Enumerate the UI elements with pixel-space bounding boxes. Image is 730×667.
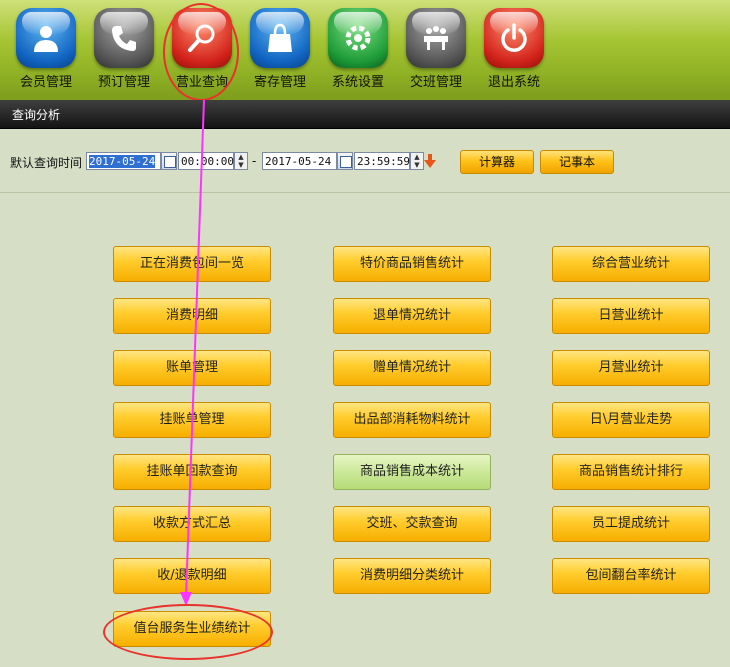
nav-booking-label: 预订管理 (97, 75, 150, 90)
nav-shift-label: 交班管理 (409, 75, 462, 90)
power-icon (484, 8, 544, 68)
notepad-button[interactable]: 记事本 (540, 150, 614, 174)
report-button[interactable]: 商品销售统计排行 (552, 454, 710, 490)
report-button[interactable]: 赠单情况统计 (333, 350, 491, 386)
start-time-field[interactable]: 00:00:00 (178, 152, 234, 170)
end-date-field[interactable]: 2017-05-24 (262, 152, 337, 170)
report-button[interactable]: 挂账单回款查询 (113, 454, 271, 490)
down-arrow-icon[interactable] (424, 154, 436, 168)
report-button[interactable]: 日营业统计 (552, 298, 710, 334)
report-button[interactable]: 综合营业统计 (552, 246, 710, 282)
section-header: 查询分析 (0, 100, 730, 129)
section-title: 查询分析 (12, 108, 61, 122)
report-button[interactable]: 退单情况统计 (333, 298, 491, 334)
end-time-field[interactable]: 23:59:59 (354, 152, 410, 170)
report-button[interactable]: 消费明细 (113, 298, 271, 334)
report-button[interactable]: 收款方式汇总 (113, 506, 271, 542)
report-button[interactable]: 账单管理 (113, 350, 271, 386)
nav-exit[interactable]: 退出系统 (476, 8, 552, 96)
nav-member[interactable]: 会员管理 (8, 8, 84, 96)
nav-settings[interactable]: 系统设置 (320, 8, 396, 96)
end-time-spinner[interactable]: ▲ ▼ (410, 152, 424, 170)
report-button-active[interactable]: 商品销售成本统计 (333, 454, 491, 490)
user-icon (16, 8, 76, 68)
nav-booking[interactable]: 预订管理 (86, 8, 162, 96)
report-button[interactable]: 挂账单管理 (113, 402, 271, 438)
report-button[interactable]: 正在消费包间一览 (113, 246, 271, 282)
calculator-button[interactable]: 计算器 (460, 150, 534, 174)
query-time-row: 默认查询时间 2017-05-24 00:00:00 ▲ ▼ - 2017-05-… (0, 150, 730, 174)
start-time-spinner[interactable]: ▲ ▼ (234, 152, 248, 170)
report-button[interactable]: 员工提成统计 (552, 506, 710, 542)
top-nav-bar: 会员管理 预订管理 营业查询 寄存管理 系统设置 交班管理 退出系统 (0, 0, 730, 100)
start-calendar-icon[interactable] (161, 152, 177, 170)
divider (0, 192, 730, 193)
phone-icon (94, 8, 154, 68)
nav-exit-label: 退出系统 (487, 75, 540, 90)
nav-storage-label: 寄存管理 (253, 75, 306, 90)
report-button[interactable]: 特价商品销售统计 (333, 246, 491, 282)
nav-member-label: 会员管理 (19, 75, 72, 90)
report-button[interactable]: 出品部消耗物料统计 (333, 402, 491, 438)
query-time-label: 默认查询时间 (10, 156, 83, 170)
meeting-icon (406, 8, 466, 68)
nav-storage[interactable]: 寄存管理 (242, 8, 318, 96)
annotation-circle-nav (163, 3, 239, 101)
report-button[interactable]: 月营业统计 (552, 350, 710, 386)
end-calendar-icon[interactable] (337, 152, 353, 170)
nav-shift[interactable]: 交班管理 (398, 8, 474, 96)
report-button[interactable]: 包间翻台率统计 (552, 558, 710, 594)
report-button[interactable]: 消费明细分类统计 (333, 558, 491, 594)
annotation-circle-report (103, 604, 273, 660)
bag-icon (250, 8, 310, 68)
gear-icon (328, 8, 388, 68)
start-date-field[interactable]: 2017-05-24 (86, 152, 161, 170)
report-button[interactable]: 收/退款明细 (113, 558, 271, 594)
date-separator: - (252, 154, 257, 168)
start-date-value: 2017-05-24 (89, 155, 156, 168)
report-button[interactable]: 交班、交款查询 (333, 506, 491, 542)
report-button[interactable]: 日\月营业走势 (552, 402, 710, 438)
nav-settings-label: 系统设置 (331, 75, 384, 90)
